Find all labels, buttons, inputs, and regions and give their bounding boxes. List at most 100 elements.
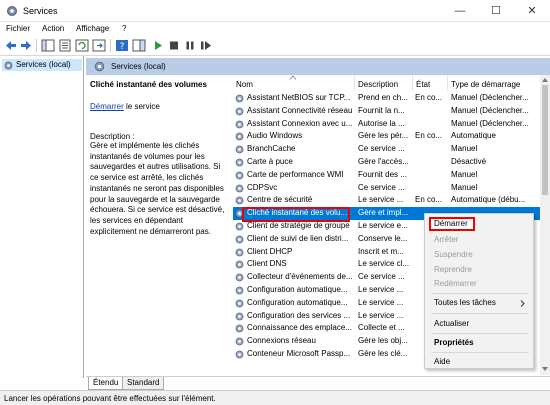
gear-icon — [94, 61, 105, 72]
service-name-cell: Client DNS — [247, 259, 287, 269]
table-row[interactable]: Audio Windows Gère les pér... En co... Auto… — [233, 130, 540, 143]
service-description-cell: Gère les obj... — [358, 336, 408, 346]
service-startup-cell: Manuel (Déclencher... — [451, 93, 529, 102]
submenu-arrow-icon — [520, 300, 525, 307]
table-row[interactable]: Assistant Connexion avec u... Autorise la… — [233, 118, 540, 131]
service-description-cell: Le service e... — [358, 221, 408, 230]
table-row[interactable]: CDPSvc Ce service ... Manuel — [233, 182, 540, 195]
stop-service-icon[interactable] — [167, 39, 181, 52]
service-name-cell: Configuration automatique... — [247, 285, 348, 294]
service-name-cell: Audio Windows — [247, 131, 303, 141]
column-separator[interactable] — [412, 75, 413, 91]
scrollbar-thumb[interactable] — [542, 85, 548, 195]
console-tree: Services (local) — [0, 56, 84, 378]
service-name-cell: CDPSvc — [247, 182, 278, 192]
vertical-scrollbar[interactable] — [540, 75, 550, 375]
close-button[interactable]: ✕ — [514, 0, 550, 22]
service-description-cell: Le service ... — [358, 195, 404, 205]
menu-separator — [431, 293, 529, 294]
service-gear-icon — [235, 350, 244, 359]
service-gear-icon — [235, 158, 244, 167]
table-row[interactable]: Assistant Connectivité réseau Fournit la … — [233, 105, 540, 118]
gear-icon — [4, 61, 13, 70]
pause-service-icon[interactable] — [183, 39, 197, 52]
restart-service-icon[interactable] — [199, 39, 213, 52]
menu-action[interactable]: Action — [42, 24, 64, 33]
menu-item-start[interactable]: Démarrer — [434, 219, 468, 228]
status-text: Lancer les opérations pouvant être effec… — [4, 394, 216, 403]
menu-fichier[interactable]: Fichier — [6, 24, 30, 33]
tree-node-services-local[interactable]: Services (local) — [2, 59, 82, 71]
refresh-list-icon[interactable] — [75, 39, 89, 52]
service-gear-icon — [235, 145, 244, 154]
menu-item-restart: Redémarrer — [434, 279, 477, 288]
console-tree-icon[interactable] — [41, 39, 55, 52]
menu-bar: Fichier Action Affichage ? — [0, 22, 550, 36]
table-row[interactable]: Carte de performance WMI Fournit des ... M… — [233, 169, 540, 182]
menu-item-stop: Arrêter — [434, 235, 459, 244]
service-description-cell: Gère l'accès... — [358, 157, 409, 166]
service-startup-cell: Automatique (débu... — [451, 195, 526, 205]
help-icon[interactable]: ? — [115, 39, 129, 52]
service-description-cell: Conserve le... — [358, 233, 408, 243]
export-list-icon[interactable] — [92, 39, 106, 52]
menu-item-all-tasks[interactable]: Toutes les tâches — [434, 298, 496, 307]
title-bar: Services — ☐ ✕ — [0, 0, 550, 22]
forward-arrow-icon[interactable] — [19, 39, 33, 52]
service-gear-icon — [235, 222, 244, 231]
scroll-up-icon[interactable] — [542, 77, 548, 82]
menu-help[interactable]: ? — [122, 24, 126, 33]
menu-separator — [431, 313, 529, 314]
table-row[interactable]: BranchCache Ce service ... Manuel — [233, 143, 540, 156]
services-app-icon — [7, 6, 17, 16]
back-arrow-icon[interactable] — [4, 39, 18, 52]
start-service-link[interactable]: Démarrer — [90, 102, 124, 111]
column-header-state[interactable]: État — [416, 80, 430, 89]
menu-item-properties[interactable]: Propriétés — [434, 338, 474, 347]
service-startup-cell: Manuel (Déclencher... — [451, 118, 529, 128]
toolbar-separator — [36, 39, 37, 52]
table-row[interactable]: Assistant NetBIOS sur TCP... Prend en ch.… — [233, 92, 540, 105]
service-gear-icon — [235, 196, 244, 205]
service-name-cell: Collecteur d'événements de... — [247, 272, 353, 282]
service-name-cell: Assistant Connexion avec u... — [247, 118, 353, 128]
column-separator[interactable] — [354, 75, 355, 91]
menu-item-pause: Suspendre — [434, 250, 473, 259]
properties-sheet-icon[interactable] — [58, 39, 72, 52]
window-title: Services — [23, 6, 58, 16]
service-name-cell: Client de stratégie de groupe — [247, 221, 350, 230]
description-pane: Cliché instantané des volumes Démarrer l… — [86, 75, 228, 375]
service-name-cell: Carte à puce — [247, 157, 293, 166]
column-separator[interactable] — [447, 75, 448, 91]
column-header-description[interactable]: Description — [358, 80, 398, 89]
show-hide-pane-icon[interactable] — [132, 39, 146, 52]
service-name: Cliché instantané des volumes — [90, 80, 207, 89]
service-startup-cell: Désactivé — [451, 157, 487, 166]
table-row[interactable]: Carte à puce Gère l'accès... Désactivé — [233, 156, 540, 169]
service-description-cell: Le service ... — [358, 297, 404, 307]
tab-extended[interactable]: Étendu — [88, 377, 124, 390]
service-description-cell: Prend en ch... — [358, 93, 408, 102]
service-name-cell: Client DHCP — [247, 246, 293, 256]
service-description-cell: Ce service ... — [358, 144, 405, 154]
menu-item-help[interactable]: Aide — [434, 357, 450, 366]
service-gear-icon — [235, 324, 244, 333]
tree-node-label: Services (local) — [16, 60, 71, 69]
service-gear-icon — [235, 235, 244, 244]
minimize-button[interactable]: — — [442, 0, 478, 22]
column-header-name[interactable]: Nom — [236, 80, 253, 89]
maximize-button[interactable]: ☐ — [478, 0, 514, 22]
menu-affichage[interactable]: Affichage — [76, 24, 109, 33]
tab-standard[interactable]: Standard — [122, 377, 165, 390]
service-name-cell: Centre de sécurité — [247, 195, 313, 205]
service-startup-cell: Manuel — [451, 169, 478, 179]
start-service-icon[interactable] — [151, 39, 165, 52]
service-name-cell: Connaissance des emplace... — [247, 323, 352, 333]
service-name-cell: Configuration automatique... — [247, 297, 348, 307]
scroll-down-icon[interactable] — [542, 367, 548, 372]
table-row[interactable]: Centre de sécurité Le service ... En co...… — [233, 194, 540, 207]
column-header-startup-type[interactable]: Type de démarrage — [451, 80, 520, 89]
service-name-cell: Carte de performance WMI — [247, 169, 344, 179]
menu-item-refresh[interactable]: Actualiser — [434, 319, 469, 328]
start-service-line: Démarrer le service — [90, 102, 160, 111]
